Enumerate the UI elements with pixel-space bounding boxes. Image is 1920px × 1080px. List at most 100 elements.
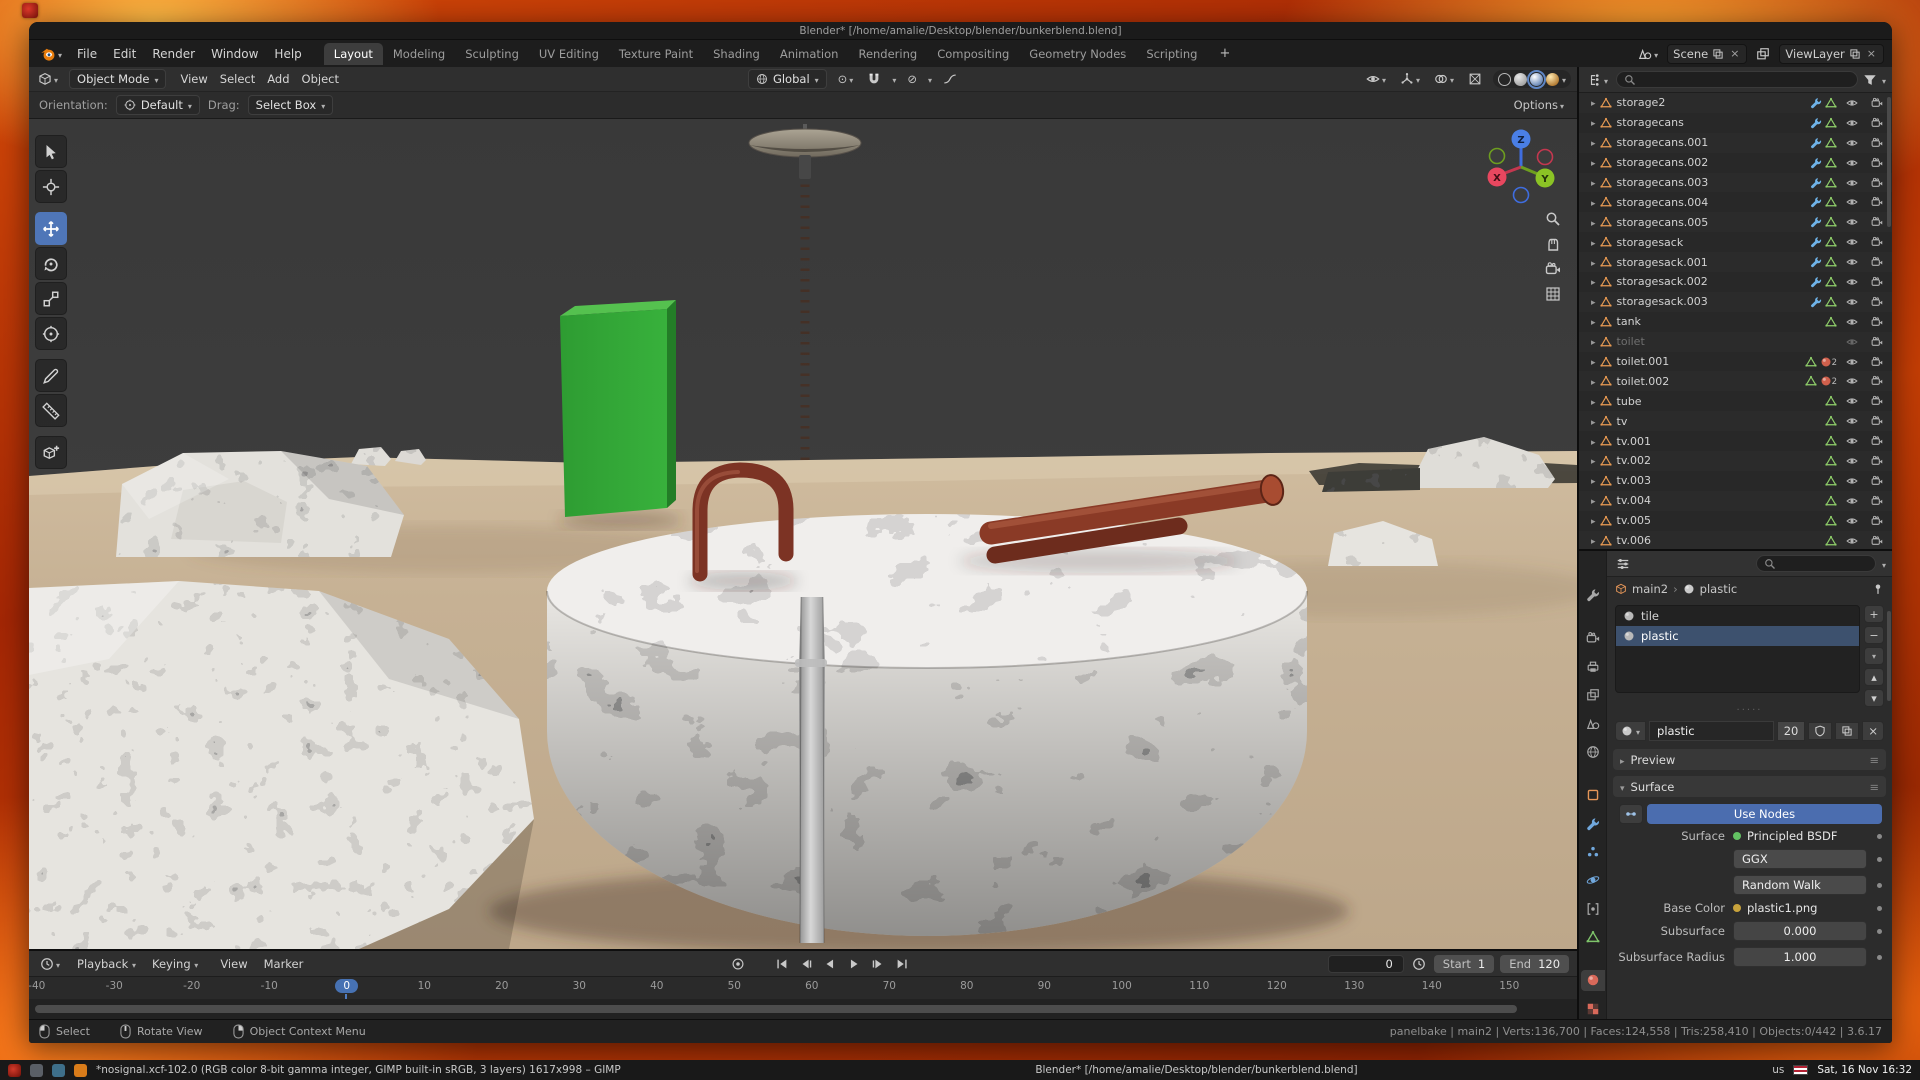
unlink-scene-icon[interactable]: ×	[1728, 47, 1741, 60]
pivot-point-dropdown[interactable]: ⊙	[835, 70, 857, 88]
viewport-menu-item[interactable]: View	[174, 70, 213, 88]
surface-panel-header[interactable]: Surface ≡	[1613, 776, 1886, 797]
blender-logo-icon[interactable]	[37, 44, 65, 64]
animate-dot-icon[interactable]	[1877, 955, 1882, 960]
orientation-setting-dropdown[interactable]: Default	[116, 95, 200, 115]
tab-texture[interactable]	[1581, 999, 1605, 1019]
timeline-track-area[interactable]: -40-30-20-100102030405060708090100110120…	[29, 977, 1577, 1019]
proportional-editing-toggle[interactable]: ⊘	[904, 70, 920, 88]
disable-in-render-toggle[interactable]	[1866, 256, 1887, 268]
subsurface-method-dropdown[interactable]: Random Walk	[1733, 875, 1867, 895]
base-color-value[interactable]: plastic1.png	[1733, 901, 1867, 915]
tab-object-data[interactable]	[1581, 927, 1605, 947]
timeline-scrollbar[interactable]	[35, 1005, 1517, 1013]
play-button[interactable]	[845, 957, 863, 971]
transform-tool-button[interactable]	[35, 317, 67, 350]
keyboard-layout-indicator[interactable]: us	[1772, 1064, 1784, 1076]
tab-physics[interactable]	[1581, 870, 1605, 890]
hide-in-viewport-toggle[interactable]	[1841, 137, 1862, 149]
workspace-tab[interactable]: Layout	[324, 43, 383, 65]
disable-in-render-toggle[interactable]	[1866, 97, 1887, 109]
workspace-tab[interactable]: Animation	[770, 43, 849, 65]
expand-arrow-icon[interactable]	[1591, 474, 1596, 487]
object-visibility-dropdown[interactable]	[1363, 70, 1389, 88]
workspace-tab[interactable]: UV Editing	[529, 43, 609, 65]
expand-arrow-icon[interactable]	[1591, 275, 1596, 288]
expand-arrow-icon[interactable]	[1591, 176, 1596, 189]
hide-in-viewport-toggle[interactable]	[1841, 276, 1862, 288]
expand-arrow-icon[interactable]	[1591, 96, 1596, 109]
expand-arrow-icon[interactable]	[1591, 256, 1596, 269]
falloff-curve-icon[interactable]	[940, 70, 960, 88]
next-keyframe-button[interactable]	[869, 957, 887, 971]
expand-arrow-icon[interactable]	[1591, 395, 1596, 408]
outliner-row[interactable]: tank	[1579, 312, 1892, 332]
expand-arrow-icon[interactable]	[1591, 116, 1596, 129]
expand-arrow-icon[interactable]	[1591, 295, 1596, 308]
outliner-row[interactable]: storagecans.004	[1579, 192, 1892, 212]
annotate-tool-button[interactable]	[35, 359, 67, 392]
outliner-row[interactable]: tv	[1579, 411, 1892, 431]
taskbar-menu-icon[interactable]	[8, 1064, 21, 1077]
preview-panel-header[interactable]: Preview ≡	[1613, 749, 1886, 770]
disable-in-render-toggle[interactable]	[1866, 316, 1887, 328]
expand-arrow-icon[interactable]	[1591, 335, 1596, 348]
expand-arrow-icon[interactable]	[1591, 315, 1596, 328]
expand-arrow-icon[interactable]	[1591, 514, 1596, 527]
hide-in-viewport-toggle[interactable]	[1841, 395, 1862, 407]
tab-tool[interactable]	[1581, 585, 1605, 605]
hide-in-viewport-toggle[interactable]	[1841, 256, 1862, 268]
proportional-settings-chevron-icon[interactable]	[928, 72, 932, 86]
disable-in-render-toggle[interactable]	[1866, 236, 1887, 248]
tab-material[interactable]	[1581, 970, 1605, 990]
workspace-tab[interactable]: Texture Paint	[609, 43, 703, 65]
distribution-dropdown[interactable]: GGX	[1733, 849, 1867, 869]
workspace-tab[interactable]: Shading	[703, 43, 770, 65]
shading-solid-button[interactable]	[1514, 73, 1527, 86]
tab-object[interactable]	[1581, 785, 1605, 805]
hide-in-viewport-toggle[interactable]	[1841, 356, 1862, 368]
outliner-row[interactable]: storagesack.001	[1579, 252, 1892, 272]
disable-in-render-toggle[interactable]	[1866, 276, 1887, 288]
disable-in-render-toggle[interactable]	[1866, 435, 1887, 447]
filter-funnel-icon[interactable]	[1863, 73, 1877, 87]
frame-end-field[interactable]: End 120	[1500, 955, 1569, 973]
material-users-count[interactable]: 20	[1777, 721, 1806, 741]
workspace-tab[interactable]: Sculpting	[455, 43, 529, 65]
disable-in-render-toggle[interactable]	[1866, 177, 1887, 189]
hide-in-viewport-toggle[interactable]	[1841, 435, 1862, 447]
tab-render[interactable]	[1581, 628, 1605, 648]
timeline-scroll-region[interactable]	[29, 999, 1577, 1019]
camera-view-icon[interactable]	[1545, 261, 1561, 277]
subsurface-slider[interactable]: 0.000	[1733, 921, 1867, 941]
hide-in-viewport-toggle[interactable]	[1841, 177, 1862, 189]
hide-in-viewport-toggle[interactable]	[1841, 296, 1862, 308]
outliner-row[interactable]: storagesack.003	[1579, 292, 1892, 312]
disable-in-render-toggle[interactable]	[1866, 455, 1887, 467]
outliner-row[interactable]: tv.003	[1579, 471, 1892, 491]
taskbar-gimp-window[interactable]: *nosignal.xcf-102.0 (RGB color 8-bit gam…	[96, 1064, 621, 1076]
expand-arrow-icon[interactable]	[1591, 494, 1596, 507]
viewport-menu-item[interactable]: Object	[296, 70, 345, 88]
disable-in-render-toggle[interactable]	[1866, 495, 1887, 507]
previous-keyframe-button[interactable]	[797, 957, 815, 971]
shading-material-preview-button[interactable]	[1530, 73, 1543, 86]
tab-modifiers[interactable]	[1581, 813, 1605, 833]
tab-output[interactable]	[1581, 657, 1605, 677]
hide-in-viewport-toggle[interactable]	[1841, 316, 1862, 328]
filter-chevron-icon[interactable]	[1882, 73, 1886, 87]
taskbar-blender-window[interactable]: Blender* [/home/amalie/Desktop/blender/b…	[1035, 1064, 1357, 1076]
taskbar-app-icon[interactable]	[52, 1064, 65, 1077]
outliner-row[interactable]: storagecans	[1579, 113, 1892, 133]
outliner-row[interactable]: toilet.001 2	[1579, 352, 1892, 372]
pin-icon[interactable]	[1872, 583, 1884, 595]
timeline-ruler[interactable]: -40-30-20-100102030405060708090100110120…	[29, 977, 1577, 999]
window-titlebar[interactable]: Blender* [/home/amalie/Desktop/blender/b…	[29, 22, 1892, 40]
rotate-tool-button[interactable]	[35, 247, 67, 280]
current-frame-field[interactable]: 0	[1328, 955, 1404, 973]
tab-scene[interactable]	[1581, 713, 1605, 733]
disable-in-render-toggle[interactable]	[1866, 515, 1887, 527]
editor-type-icon[interactable]	[35, 70, 61, 88]
outliner-search-input[interactable]	[1616, 71, 1858, 88]
hide-in-viewport-toggle[interactable]	[1841, 535, 1862, 547]
